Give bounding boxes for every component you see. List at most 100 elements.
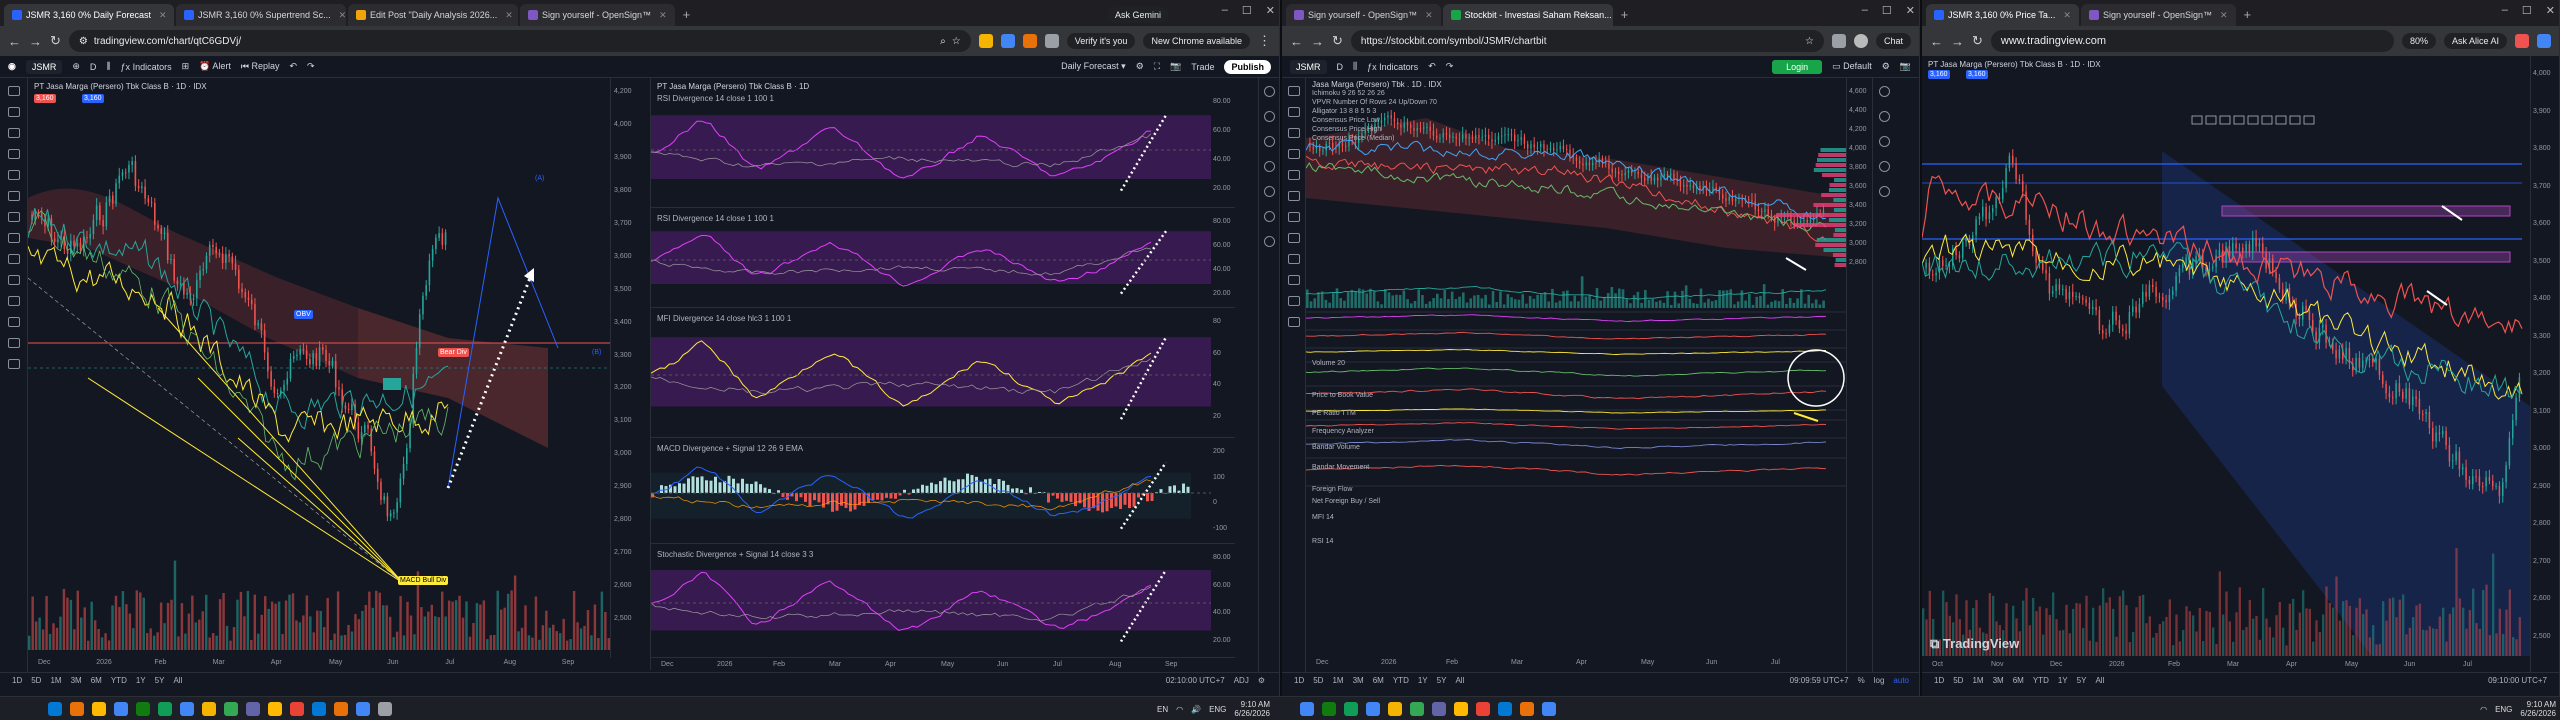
shapes-icon[interactable] [7, 233, 20, 243]
magnet-icon[interactable] [1287, 275, 1300, 285]
system-tray-left[interactable]: EN ◠ 🔊 ENG 9:10 AM 6/26/2026 [1080, 700, 1270, 718]
maximize-icon[interactable]: ☐ [1882, 4, 1892, 17]
back-icon[interactable]: ← [8, 34, 21, 49]
sub-pane-label[interactable]: Foreign Flow [1312, 486, 1352, 493]
extension-icon[interactable] [1000, 34, 1015, 48]
fib-icon[interactable] [1287, 128, 1300, 138]
minimize-icon[interactable]: – [2502, 4, 2508, 17]
minimize-icon[interactable]: – [1222, 4, 1228, 17]
legend-line[interactable]: Consensus Price Low [1312, 117, 1380, 124]
replay-button[interactable]: ⏮ Replay [241, 61, 280, 72]
chat-icon[interactable] [1879, 186, 1890, 197]
tab-daily-forecast[interactable]: JSMR 3,160 0% Daily Forecast ✕ [4, 4, 174, 26]
tab-edit-post[interactable]: Edit Post "Daily Analysis 2026... ✕ [348, 4, 518, 26]
taskbar-app-icon[interactable] [136, 702, 150, 716]
taskbar-app-icon[interactable] [1542, 702, 1556, 716]
language-indicator[interactable]: ENG [1209, 705, 1226, 714]
timeframe-option[interactable]: 1D [1934, 676, 1944, 685]
extension-icon[interactable] [978, 34, 993, 48]
back-icon[interactable]: ← [1290, 34, 1303, 49]
language-indicator[interactable]: ENG [2495, 705, 2512, 714]
timeframe-option[interactable]: 5D [1953, 676, 1963, 685]
taskbar-app-icon[interactable] [202, 702, 216, 716]
maximize-icon[interactable]: ☐ [2522, 4, 2532, 17]
timeframe-option[interactable]: 1M [50, 676, 61, 685]
lock-icon[interactable] [7, 317, 20, 327]
ruler-icon[interactable] [7, 254, 20, 264]
timeframe-option[interactable]: 5Y [2077, 676, 2087, 685]
undo-icon[interactable]: ↶ [290, 61, 298, 72]
forward-icon[interactable]: → [1311, 34, 1324, 49]
layout-select[interactable]: ▭ Default [1832, 61, 1872, 72]
timeframe-option[interactable]: YTD [111, 676, 127, 685]
url-field[interactable]: ⚙ tradingview.com/chart/qtC6GDVj/ ⌕ ☆ [68, 30, 971, 52]
brush-icon[interactable] [7, 149, 20, 159]
legend-line[interactable]: VPVR Number Of Rows 24 Up/Down 70 [1312, 99, 1437, 106]
sell-price-badge[interactable]: 3,160 [34, 94, 56, 103]
ask-alice-button[interactable]: Ask Alice AI [2443, 33, 2507, 49]
taskbar-app-icon[interactable] [92, 702, 106, 716]
price-chart-pane[interactable]: PT Jasa Marga (Persero) Tbk Class B · 1D… [1922, 56, 2530, 672]
taskbar-app-icon[interactable] [378, 702, 392, 716]
reload-icon[interactable]: ↻ [1972, 33, 1983, 49]
fullscreen-icon[interactable]: ⛶ [1154, 61, 1160, 72]
taskbar-app-icon[interactable] [224, 702, 238, 716]
tab-opensign[interactable]: Sign yourself - OpenSign™ ✕ [520, 4, 675, 26]
timeframe-option[interactable]: All [2095, 676, 2104, 685]
zoom-icon[interactable] [7, 275, 20, 285]
legend-line[interactable]: Consensus Price High [1312, 126, 1381, 133]
taskbar-app-icon[interactable] [246, 702, 260, 716]
trendline-icon[interactable] [7, 107, 20, 117]
sell-price-badge[interactable]: 3,160 [1966, 70, 1988, 79]
reload-icon[interactable]: ↻ [50, 33, 61, 49]
text-icon[interactable] [7, 170, 20, 180]
minimize-icon[interactable]: – [1862, 4, 1868, 17]
sub-pane-label[interactable]: Volume 20 [1312, 360, 1345, 367]
timeframe-option[interactable]: 3M [1353, 676, 1364, 685]
back-icon[interactable]: ← [1930, 34, 1943, 49]
ime-indicator[interactable]: EN [1157, 705, 1168, 714]
timeframe-button[interactable]: D [90, 62, 97, 72]
timeframe-option[interactable]: All [173, 676, 182, 685]
oscillator-pane[interactable]: RSI Divergence 14 close 1 100 1 80.00 60.0… [651, 212, 1235, 308]
oscillator-pane[interactable]: MACD Divergence + Signal 12 26 9 EMA 200 1… [651, 442, 1235, 544]
candle-type-icon[interactable]: ⫼ [106, 61, 110, 72]
snapshot-icon[interactable]: 📷 [1170, 61, 1181, 72]
sub-pane-label[interactable]: Net Foreign Buy / Sell [1312, 498, 1380, 505]
tab-opensign[interactable]: Sign yourself - OpenSign™ ✕ [2080, 4, 2236, 26]
close-icon[interactable]: ✕ [339, 10, 346, 21]
login-button[interactable]: Login [1772, 59, 1823, 74]
taskbar-app-icon[interactable] [290, 702, 304, 716]
trash-icon[interactable] [1287, 317, 1300, 327]
indicators-button[interactable]: ƒx Indicators [121, 62, 172, 72]
lock-icon[interactable] [1287, 296, 1300, 306]
close-icon[interactable]: ✕ [505, 10, 513, 21]
wifi-icon[interactable]: ◠ [1176, 705, 1183, 714]
pattern-icon[interactable] [7, 191, 20, 201]
price-scale[interactable]: 4,600 4,400 4,200 4,000 3,800 3,600 3,400 3,200… [1846, 78, 1872, 672]
oscillator-pane[interactable]: MFI Divergence 14 close hlc3 1 100 1 80 60… [651, 312, 1235, 438]
maximize-icon[interactable]: ☐ [1242, 4, 1252, 17]
adjust-toggle[interactable]: ADJ [1234, 676, 1249, 685]
new-tab-icon[interactable]: + [677, 4, 697, 26]
taskbar-app-icon[interactable] [1476, 702, 1490, 716]
watchlist-icon[interactable] [1879, 86, 1890, 97]
extension-icon[interactable] [2537, 34, 2551, 48]
sub-pane-label[interactable]: Bandar Volume [1312, 444, 1360, 451]
alerts-icon[interactable] [1879, 111, 1890, 122]
trendline-icon[interactable] [1287, 107, 1300, 117]
timeframe-option[interactable]: 6M [2013, 676, 2024, 685]
search-icon[interactable]: ⌕ [940, 36, 946, 47]
trade-button[interactable]: Trade [1191, 62, 1214, 72]
buy-price-badge[interactable]: 3,160 [1928, 70, 1950, 79]
symbol-search-button[interactable]: JSMR [1290, 59, 1327, 74]
ruler-icon[interactable] [1287, 233, 1300, 243]
ask-gemini-button[interactable]: Ask Gemini [1106, 7, 1169, 23]
sub-pane-label[interactable]: RSI 14 [1312, 538, 1333, 545]
chat-button[interactable]: Chat [1875, 33, 1911, 49]
time-axis[interactable]: Dec 2026 Feb Mar Apr May Jun Jul [1306, 658, 1846, 668]
symbol-search-button[interactable]: JSMR [25, 59, 63, 74]
volume-icon[interactable]: 🔊 [1191, 705, 1201, 714]
timeframe-option[interactable]: 6M [91, 676, 102, 685]
time-axis[interactable]: Dec 2026 Feb Mar Apr May Jun Jul Aug Sep [28, 658, 610, 670]
